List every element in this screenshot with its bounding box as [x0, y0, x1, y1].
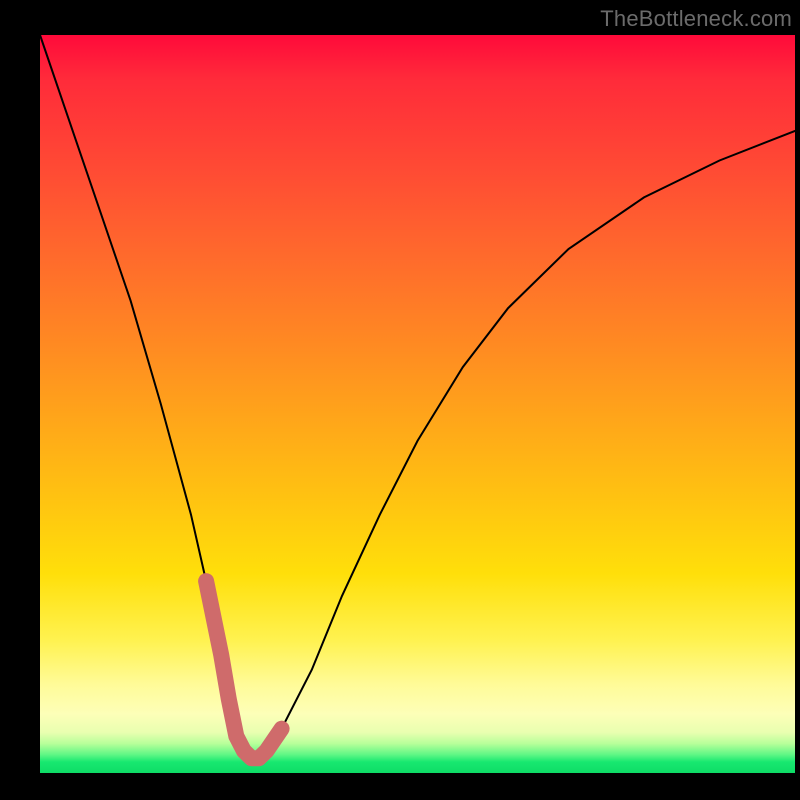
plot-area [40, 35, 795, 773]
bottleneck-curve [40, 35, 795, 758]
highlight-band [206, 581, 282, 758]
chart-frame: TheBottleneck.com [0, 0, 800, 800]
curve-layer [40, 35, 795, 773]
watermark-text: TheBottleneck.com [600, 6, 792, 32]
